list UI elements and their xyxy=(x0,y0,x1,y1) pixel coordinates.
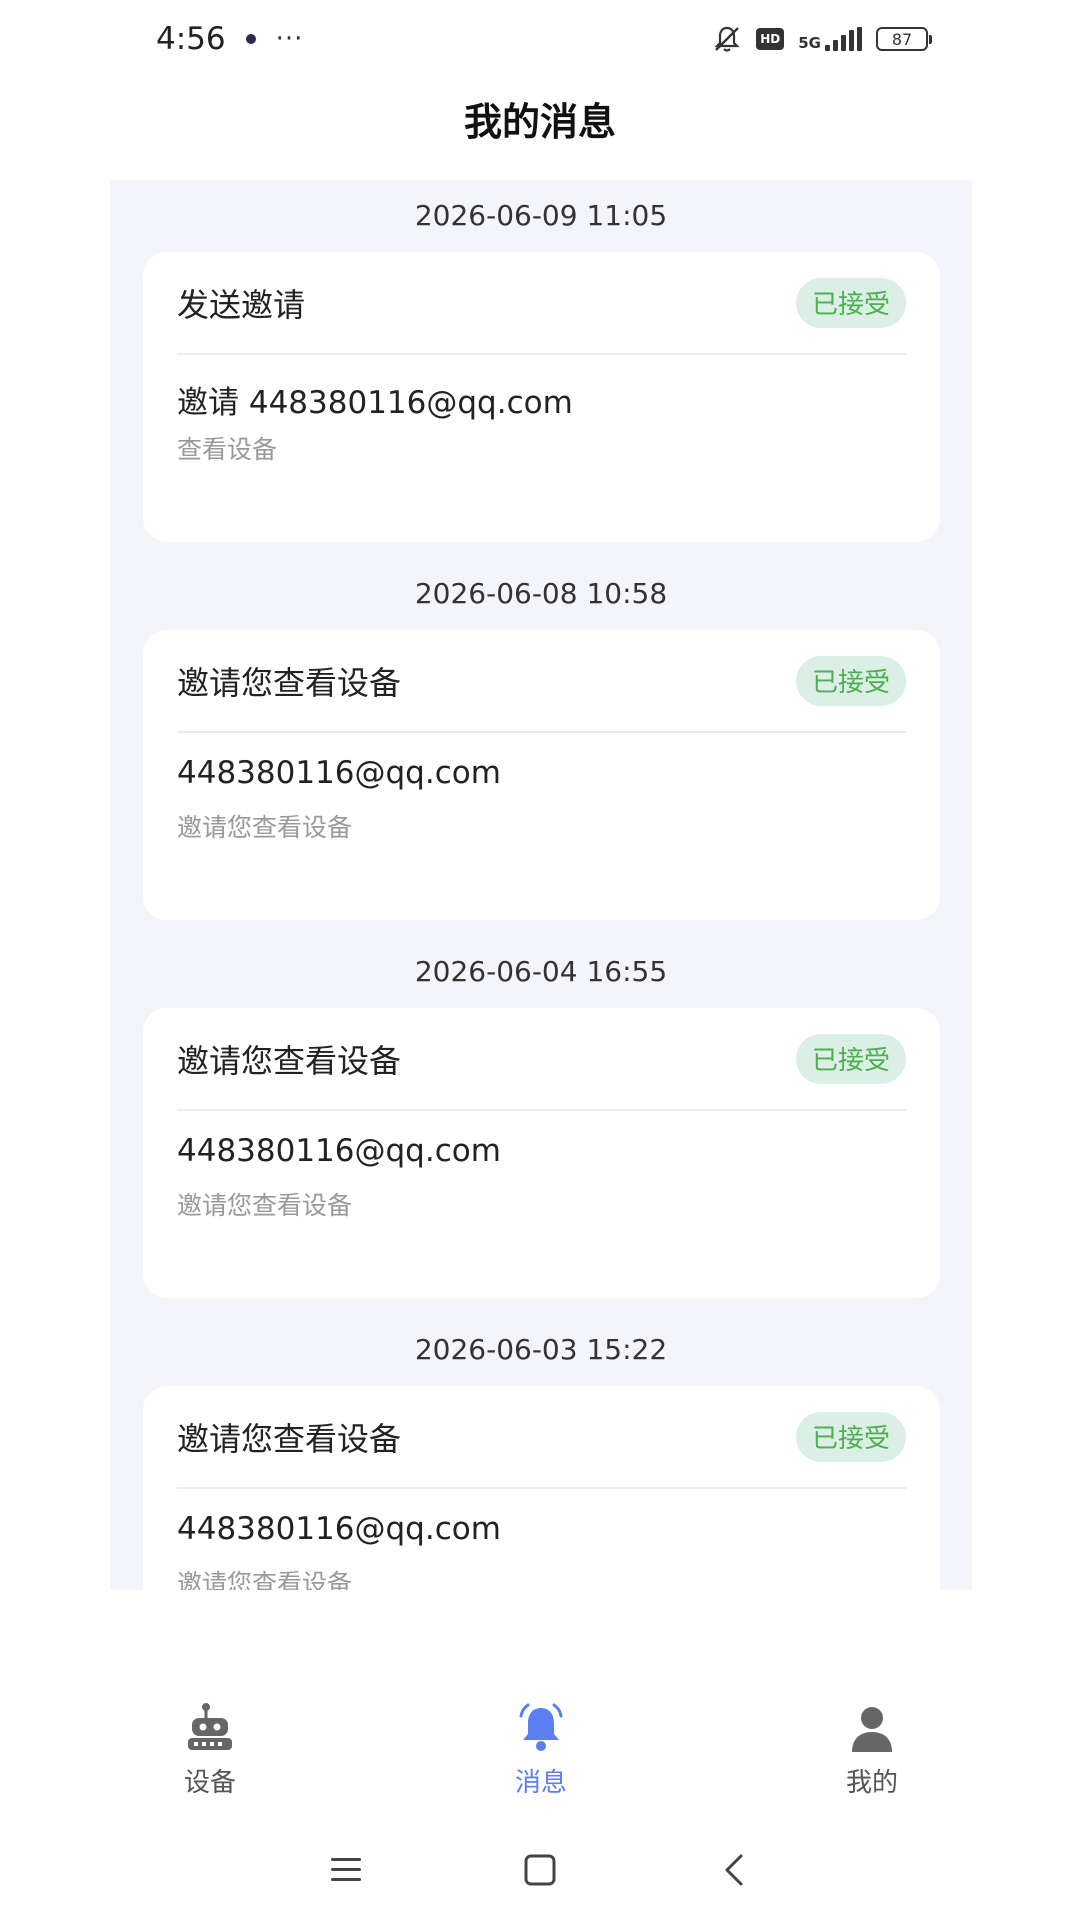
message-title: 邀请您查看设备 xyxy=(177,1041,402,1080)
recent-apps-button[interactable] xyxy=(324,1848,368,1892)
status-right: HD 5G 87 xyxy=(712,24,932,54)
message-card[interactable]: 邀请您查看设备 已接受 448380116@qq.com 邀请您查看设备 xyxy=(143,1008,940,1298)
status-badge: 已接受 xyxy=(796,1411,906,1462)
message-list[interactable]: 2026-06-09 11:05 发送邀请 已接受 邀请 448380116@q… xyxy=(110,180,972,1590)
message-card[interactable]: 发送邀请 已接受 邀请 448380116@qq.com 查看设备 xyxy=(143,252,940,542)
message-card-header: 邀请您查看设备 已接受 xyxy=(177,1386,906,1489)
message-title: 邀请您查看设备 xyxy=(177,1419,402,1458)
user-icon xyxy=(852,1707,892,1752)
page-title: 我的消息 xyxy=(463,100,616,144)
status-badge: 已接受 xyxy=(796,1033,906,1084)
back-button[interactable] xyxy=(712,1848,756,1892)
message-content: 448380116@qq.com xyxy=(177,1511,501,1547)
message-group: 2026-06-09 11:05 发送邀请 已接受 邀请 448380116@q… xyxy=(110,180,972,558)
back-chevron-icon xyxy=(725,1854,743,1886)
tab-devices[interactable]: 设备 xyxy=(110,1700,310,1820)
screen: 4:56 ··· HD 5G 87 我的消息 2026-06-09 11:05 … xyxy=(0,0,1080,1920)
hd-icon: HD xyxy=(756,28,785,50)
message-group: 2026-06-08 10:58 邀请您查看设备 已接受 448380116@q… xyxy=(110,558,972,936)
status-badge: 已接受 xyxy=(796,655,906,706)
message-time: 2026-06-09 11:05 xyxy=(414,199,668,232)
message-content: 邀请 448380116@qq.com xyxy=(177,385,573,421)
tab-label: 设备 xyxy=(183,1768,236,1798)
tab-profile[interactable]: 我的 xyxy=(772,1700,972,1820)
message-subtitle: 邀请您查看设备 xyxy=(177,1191,353,1220)
silent-bell-icon xyxy=(714,26,740,52)
battery-level: 87 xyxy=(891,29,913,49)
message-group: 2026-06-04 16:55 邀请您查看设备 已接受 448380116@q… xyxy=(110,936,972,1314)
message-subtitle: 邀请您查看设备 xyxy=(177,813,353,842)
more-notifications-icon: ··· xyxy=(275,24,304,54)
message-time: 2026-06-03 15:22 xyxy=(414,1333,668,1366)
menu-icon xyxy=(331,1858,361,1881)
message-content: 448380116@qq.com xyxy=(177,1133,501,1169)
message-time: 2026-06-08 10:58 xyxy=(414,577,668,610)
tab-label: 消息 xyxy=(514,1768,567,1798)
message-card-header: 邀请您查看设备 已接受 xyxy=(177,1008,906,1111)
tab-messages[interactable]: 消息 xyxy=(441,1700,641,1820)
status-time: 4:56 xyxy=(156,21,226,57)
message-card[interactable]: 邀请您查看设备 已接受 448380116@qq.com 邀请您查看设备 xyxy=(143,630,940,920)
tab-label: 我的 xyxy=(845,1768,898,1798)
message-card-header: 邀请您查看设备 已接受 xyxy=(177,630,906,733)
message-group: 2026-06-03 15:22 邀请您查看设备 已接受 448380116@q… xyxy=(110,1314,972,1590)
battery-icon: 87 xyxy=(876,27,932,51)
robot-icon xyxy=(188,1703,232,1750)
message-card-header: 发送邀请 已接受 xyxy=(177,252,906,355)
bell-icon xyxy=(519,1703,563,1751)
notification-dot-icon xyxy=(245,34,256,44)
bottom-tab-bar: 设备 消息 我的 xyxy=(110,1700,972,1820)
cellular-signal: 5G xyxy=(798,27,862,51)
home-button[interactable] xyxy=(518,1848,562,1892)
message-content: 448380116@qq.com xyxy=(177,755,501,791)
system-navigation-bar xyxy=(0,1840,1080,1900)
message-title: 发送邀请 xyxy=(177,285,306,324)
status-badge: 已接受 xyxy=(796,277,906,328)
message-subtitle: 查看设备 xyxy=(177,435,278,464)
message-subtitle: 邀请您查看设备 xyxy=(177,1569,353,1590)
network-type: 5G xyxy=(798,34,821,52)
status-bar: 4:56 ··· HD 5G 87 xyxy=(0,0,1080,78)
message-card[interactable]: 邀请您查看设备 已接受 448380116@qq.com 邀请您查看设备 xyxy=(143,1386,940,1590)
message-title: 邀请您查看设备 xyxy=(177,663,402,702)
home-square-icon xyxy=(524,1854,556,1886)
message-time: 2026-06-04 16:55 xyxy=(414,955,668,988)
status-left: 4:56 ··· xyxy=(156,21,303,57)
signal-bars-icon xyxy=(825,27,862,51)
